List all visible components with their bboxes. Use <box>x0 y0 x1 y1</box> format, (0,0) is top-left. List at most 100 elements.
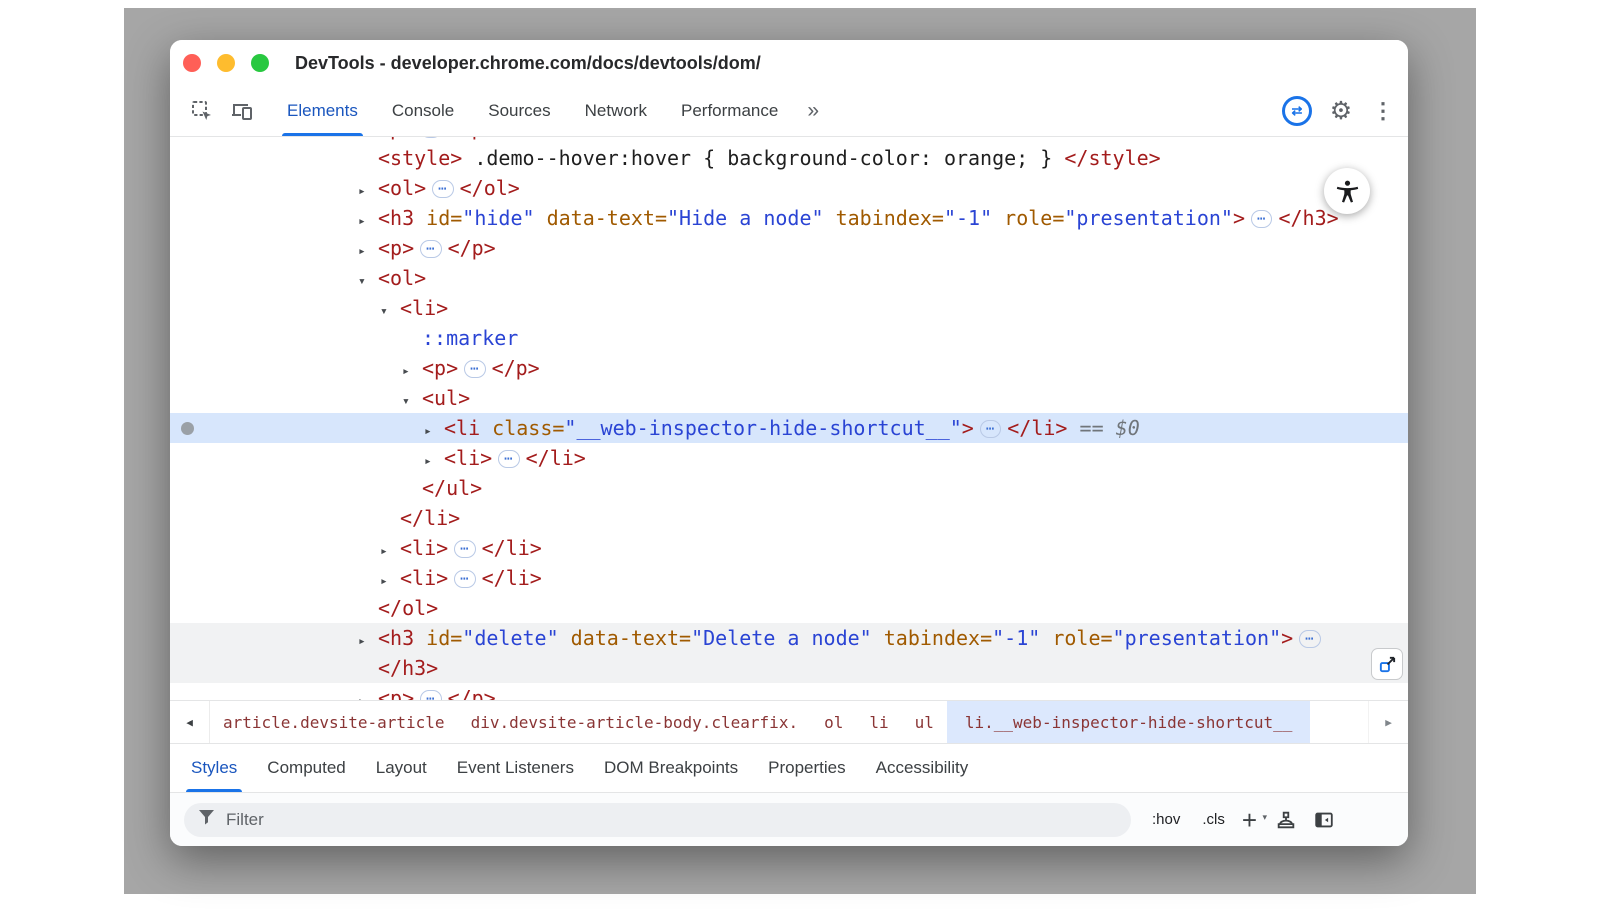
sidebar-tab-styles[interactable]: Styles <box>176 744 252 792</box>
code-token: "Delete a node" <box>691 626 872 650</box>
ellipsis-button[interactable]: ⋯ <box>420 240 441 258</box>
dom-node-row[interactable]: ▸<h3 id="hide" data-text="Hide a node" t… <box>170 203 1408 233</box>
dom-node-row[interactable]: ▾<ul> <box>170 383 1408 413</box>
code-token: </ol> <box>460 176 520 200</box>
tab-elements[interactable]: Elements <box>270 86 375 136</box>
window-title: DevTools - developer.chrome.com/docs/dev… <box>295 53 761 74</box>
sidebar-tab-event-listeners[interactable]: Event Listeners <box>442 744 589 792</box>
breadcrumb-scroll-left-button[interactable]: ◀ <box>170 701 210 743</box>
rendering-emulation-icon[interactable] <box>1267 802 1305 838</box>
zoom-button[interactable] <box>251 54 269 72</box>
dom-node-row[interactable]: ▸<li>⋯</li> <box>170 563 1408 593</box>
code-token: <h3 <box>378 206 414 230</box>
breadcrumb-item[interactable]: li.__web-inspector-hide-shortcut__ <box>947 701 1311 743</box>
breadcrumb-item[interactable]: ol <box>811 701 856 743</box>
sidebar-tab-properties[interactable]: Properties <box>753 744 860 792</box>
code-token: <li <box>444 416 480 440</box>
traffic-lights <box>183 54 269 72</box>
code-token: ::marker <box>422 326 518 350</box>
new-style-rule-button[interactable]: +▾ <box>1236 807 1267 833</box>
code-token: "Hide a node" <box>667 206 824 230</box>
devtools-toolbar: ElementsConsoleSourcesNetworkPerformance… <box>170 86 1408 137</box>
ellipsis-button[interactable]: ⋯ <box>454 570 475 588</box>
overflow-menu-icon[interactable]: ⋮ <box>1370 98 1396 124</box>
ellipsis-button[interactable]: ⋯ <box>420 137 441 138</box>
tab-network[interactable]: Network <box>568 86 664 136</box>
sidebar-tab-layout[interactable]: Layout <box>361 744 442 792</box>
sidebar-tab-accessibility[interactable]: Accessibility <box>861 744 984 792</box>
breadcrumb-list: article.devsite-articlediv.devsite-artic… <box>210 701 1310 743</box>
dom-node-row[interactable]: ▾<ol> <box>170 263 1408 293</box>
breadcrumb-item[interactable]: ul <box>902 701 947 743</box>
code-token: "presentation" <box>1113 626 1282 650</box>
code-token: </p> <box>492 356 540 380</box>
code-token: .demo--hover:hover { background-color: o… <box>462 146 1064 170</box>
code-token: "hide" <box>462 206 534 230</box>
accessibility-person-icon <box>1334 178 1361 205</box>
styles-toolbar: :hov .cls +▾ <box>170 792 1408 846</box>
code-token: </p> <box>448 236 496 260</box>
dom-node-row[interactable]: ▾<li> <box>170 293 1408 323</box>
dom-node-row[interactable]: ▸<p>⋯</p> <box>170 353 1408 383</box>
expand-arrow-icon[interactable]: ▸ <box>358 687 378 700</box>
breadcrumb-item[interactable]: article.devsite-article <box>210 701 458 743</box>
plus-icon: + <box>1242 805 1257 835</box>
dom-node-row[interactable]: ▸<ol>⋯</ol> <box>170 173 1408 203</box>
code-token: tabindex= <box>824 206 944 230</box>
dom-node-row[interactable]: ▸<h3 id="delete" data-text="Delete a nod… <box>170 623 1408 653</box>
code-token: </ol> <box>378 596 438 620</box>
sidebar-tab-computed[interactable]: Computed <box>252 744 360 792</box>
dom-node-row[interactable]: </ol> <box>170 593 1408 623</box>
ellipsis-button[interactable]: ⋯ <box>980 420 1001 438</box>
dom-node-row[interactable]: </h3> <box>170 653 1408 683</box>
code-token: role= <box>1040 626 1112 650</box>
dom-node-row[interactable]: ▸<li>⋯</li> <box>170 443 1408 473</box>
code-token: > <box>1281 626 1293 650</box>
ellipsis-button[interactable]: ⋯ <box>464 360 485 378</box>
device-toolbar-icon[interactable] <box>222 91 262 131</box>
code-token: "delete" <box>462 626 558 650</box>
toggle-element-state-button[interactable]: :hov <box>1141 811 1191 828</box>
code-token: tabindex= <box>872 626 992 650</box>
pop-out-icon <box>1378 655 1397 674</box>
ellipsis-button[interactable]: ⋯ <box>498 450 519 468</box>
breadcrumb-item[interactable]: div.devsite-article-body.clearfix. <box>458 701 812 743</box>
inspect-element-icon[interactable] <box>182 91 222 131</box>
ellipsis-button[interactable]: ⋯ <box>454 540 475 558</box>
code-token: id= <box>414 206 462 230</box>
settings-gear-icon[interactable]: ⚙ <box>1324 96 1358 126</box>
close-button[interactable] <box>183 54 201 72</box>
tab-sources[interactable]: Sources <box>471 86 567 136</box>
dom-node-row[interactable]: <style> .demo--hover:hover { background-… <box>170 143 1408 173</box>
tab-performance[interactable]: Performance <box>664 86 795 136</box>
sidebar-tab-dom-breakpoints[interactable]: DOM Breakpoints <box>589 744 753 792</box>
accessibility-overlay-button[interactable] <box>1324 168 1370 214</box>
code-token: </li> <box>1007 416 1067 440</box>
dom-node-row[interactable]: ▸<li class="__web-inspector-hide-shortcu… <box>170 413 1408 443</box>
tab-console[interactable]: Console <box>375 86 471 136</box>
ellipsis-button[interactable]: ⋯ <box>432 180 453 198</box>
dom-node-row[interactable]: </ul> <box>170 473 1408 503</box>
dom-node-row[interactable]: ::marker <box>170 323 1408 353</box>
ellipsis-button[interactable]: ⋯ <box>1251 210 1272 228</box>
extension-icon[interactable]: ⇄ <box>1282 96 1312 126</box>
more-tabs-chevron[interactable]: » <box>795 99 831 123</box>
ellipsis-button[interactable]: ⋯ <box>1299 630 1320 648</box>
breadcrumb-item[interactable]: li <box>856 701 901 743</box>
dom-node-row[interactable]: ▸<p>⋯</p> <box>170 683 1408 700</box>
pop-out-button[interactable] <box>1371 648 1403 680</box>
toolbar-right-icons: ⇄ ⚙ ⋮ <box>1282 96 1396 126</box>
minimize-button[interactable] <box>217 54 235 72</box>
dom-node-row[interactable]: ▸<p>⋯</p> <box>170 233 1408 263</box>
element-classes-button[interactable]: .cls <box>1191 811 1236 828</box>
breadcrumb-scroll-right-button[interactable]: ▶ <box>1368 701 1408 743</box>
dom-node-row[interactable]: </li> <box>170 503 1408 533</box>
code-token: </p> <box>448 137 496 140</box>
styles-filter-input[interactable] <box>224 809 1117 831</box>
code-token: </li> <box>400 506 460 530</box>
toggle-sidebar-icon[interactable] <box>1305 802 1343 838</box>
code-token: <ol> <box>378 266 426 290</box>
sidebar-tab-list: StylesComputedLayoutEvent ListenersDOM B… <box>170 743 1408 792</box>
ellipsis-button[interactable]: ⋯ <box>420 690 441 700</box>
dom-node-row[interactable]: ▸<li>⋯</li> <box>170 533 1408 563</box>
